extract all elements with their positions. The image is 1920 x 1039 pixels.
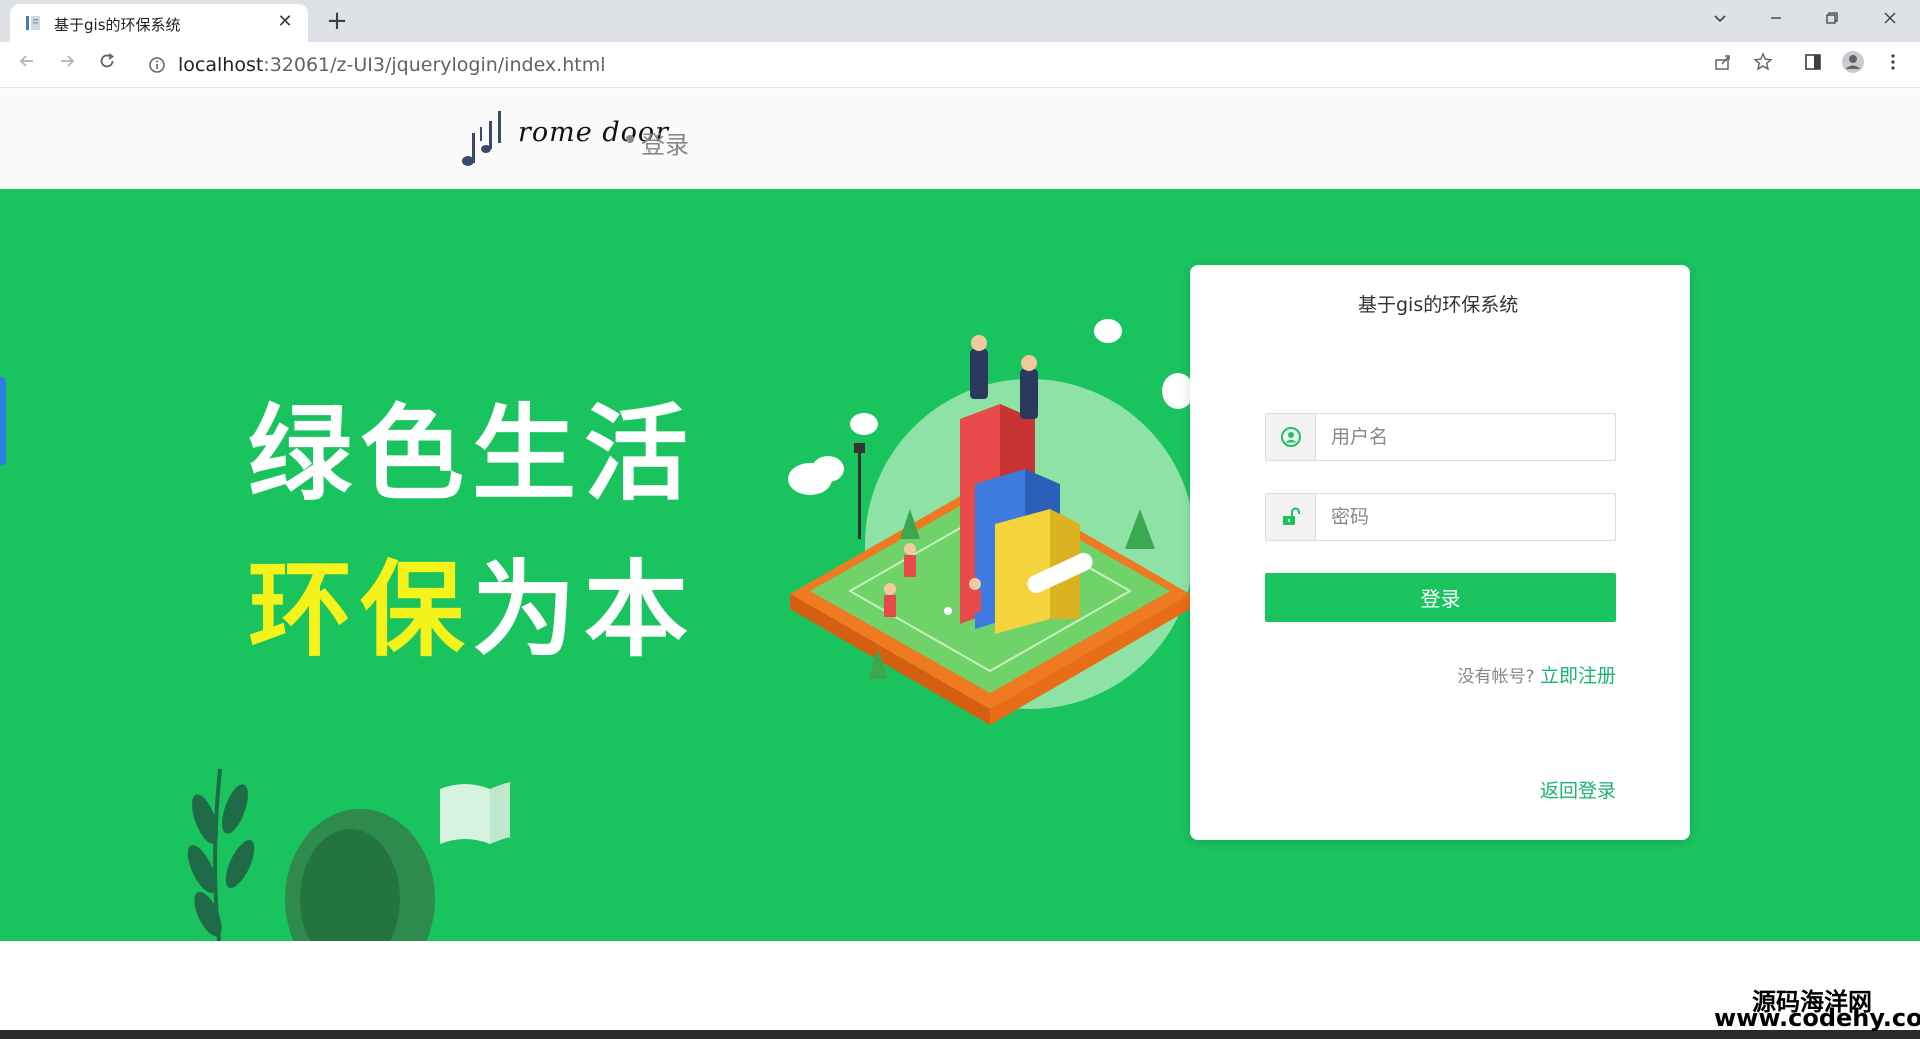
register-prompt: 没有帐号? 立即注册 [1458,661,1616,688]
hero-banner: 绿色生活 环保为本 基于gis的环保系统 用户名 登录 没有帐号? 立即注册 返… [0,189,1920,941]
url-text[interactable]: localhost:32061/z-UI3/jquerylogin/index.… [178,54,605,76]
minimize-icon[interactable] [1756,6,1796,36]
address-bar[interactable]: localhost:32061/z-UI3/jquerylogin/index.… [136,48,1756,82]
url-path: :32061/z-UI3/jquerylogin/index.html [263,54,606,76]
back-icon[interactable] [12,50,42,80]
header-subtitle: 登录 [641,131,689,159]
slogan-line-2: 环保为本 [248,525,696,676]
login-button[interactable]: 登录 [1265,573,1616,622]
header-separator-dot [626,135,634,143]
logo-icon [462,111,501,166]
slogan-highlight: 环保 [248,549,473,671]
site-info-icon[interactable] [148,56,166,74]
reload-icon[interactable] [92,50,122,80]
slogan-line-1: 绿色生活 [248,393,697,515]
side-panel-icon[interactable] [1798,50,1828,80]
tab-title: 基于gis的环保系统 [54,16,181,34]
no-account-text: 没有帐号? [1457,667,1535,687]
browser-tab[interactable]: 基于gis的环保系统 ✕ [10,4,308,42]
unlock-icon [1266,494,1316,540]
site-header: rome door 登录 [0,89,1920,189]
menu-dots-icon[interactable] [1878,50,1908,80]
side-scroll-handle[interactable] [0,377,6,465]
profile-avatar-icon[interactable] [1838,50,1868,80]
password-input[interactable] [1317,494,1615,540]
login-card: 基于gis的环保系统 登录 没有帐 [1190,265,1690,840]
system-title: 基于gis的环保系统 [1358,294,1519,316]
username-input[interactable] [1317,414,1615,460]
page-favicon-icon [26,16,40,30]
plants-decoration [187,768,511,941]
restore-icon[interactable] [1812,6,1852,36]
forward-icon[interactable] [52,50,82,80]
new-tab-button[interactable]: + [322,6,352,36]
close-window-icon[interactable] [1870,6,1910,36]
username-field [1265,413,1616,461]
watermark-url: www.codehy.com [1714,1004,1920,1032]
close-tab-icon[interactable]: ✕ [274,11,296,33]
slogan-rest: 为本 [472,549,697,671]
browser-tab-bar: 基于gis的环保系统 ✕ + [0,0,1920,42]
password-field [1265,493,1616,541]
url-host: localhost [178,54,264,76]
user-icon [1266,414,1316,460]
taskbar-strip [0,1030,1920,1039]
back-to-login-link[interactable]: 返回登录 [1540,776,1616,803]
share-icon[interactable] [1708,50,1738,80]
bookmark-star-icon[interactable] [1748,50,1778,80]
register-link[interactable]: 立即注册 [1540,665,1616,687]
campus-illustration [788,319,1195,725]
tab-search-icon[interactable] [1700,6,1740,36]
browser-toolbar: localhost:32061/z-UI3/jquerylogin/index.… [0,42,1920,88]
